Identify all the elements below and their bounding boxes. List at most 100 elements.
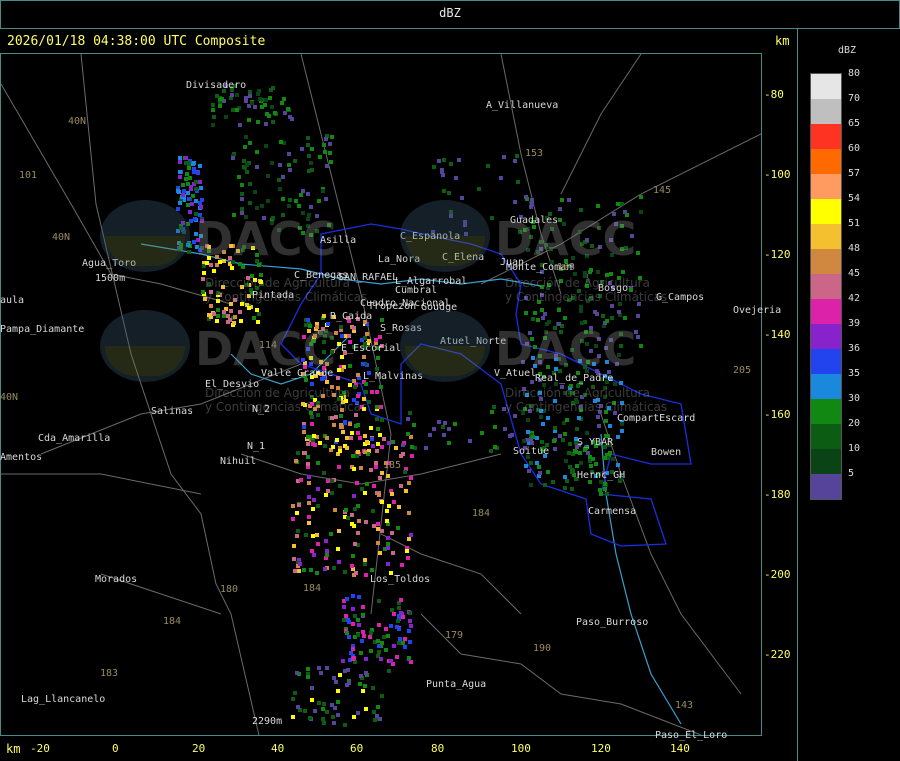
echo-pixel xyxy=(189,219,193,223)
echo-pixel xyxy=(338,673,342,677)
echo-pixel xyxy=(355,481,359,485)
echo-pixel xyxy=(575,464,579,468)
echo-pixel xyxy=(323,444,327,448)
echo-pixel xyxy=(271,120,275,124)
color-legend xyxy=(810,73,842,500)
echo-pixel xyxy=(248,182,252,186)
x-tick-label: 140 xyxy=(670,742,690,755)
echo-pixel xyxy=(298,226,302,230)
echo-pixel xyxy=(336,376,340,380)
echo-pixel xyxy=(588,455,592,459)
echo-pixel xyxy=(315,229,319,233)
grid-number-label: 180 xyxy=(220,584,239,595)
grid-number-label: 185 xyxy=(383,460,402,471)
echo-pixel xyxy=(332,721,336,725)
echo-pixel xyxy=(205,261,209,265)
echo-pixel xyxy=(322,143,326,147)
echo-pixel xyxy=(620,202,624,206)
echo-pixel xyxy=(229,309,233,313)
echo-pixel xyxy=(301,402,305,406)
legend-swatch-57 xyxy=(811,174,841,199)
place-label: Punta_Agua xyxy=(426,679,487,690)
echo-pixel xyxy=(229,244,233,248)
echo-pixel xyxy=(308,716,312,720)
echo-pixel xyxy=(326,479,330,483)
echo-pixel xyxy=(369,426,373,430)
echo-pixel xyxy=(291,517,295,521)
echo-pixel xyxy=(294,459,298,463)
echo-pixel xyxy=(299,478,303,482)
echo-pixel xyxy=(376,442,380,446)
legend-label-20: 20 xyxy=(848,418,861,429)
echo-pixel xyxy=(547,283,551,287)
echo-pixel xyxy=(408,640,412,644)
echo-pixel xyxy=(218,260,222,264)
echo-pixel xyxy=(563,475,567,479)
legend-swatch-30 xyxy=(811,399,841,424)
echo-pixel xyxy=(397,627,401,631)
echo-pixel xyxy=(614,222,618,226)
grid-number-label: 163 xyxy=(557,262,576,273)
echo-pixel xyxy=(376,705,380,709)
echo-pixel xyxy=(303,451,307,455)
place-label: Atuel_Norte xyxy=(440,336,507,347)
echo-pixel xyxy=(325,436,329,440)
echo-pixel xyxy=(216,299,220,303)
legend-swatch-10 xyxy=(811,449,841,474)
echo-pixel xyxy=(406,556,410,560)
echo-pixel xyxy=(357,519,361,523)
place-label: V_Atuel xyxy=(494,368,537,379)
echo-pixel xyxy=(543,312,547,316)
echo-pixel xyxy=(618,302,622,306)
echo-pixel xyxy=(280,101,284,105)
echo-pixel xyxy=(236,249,240,253)
echo-pixel xyxy=(199,234,203,238)
echo-pixel xyxy=(442,158,446,162)
echo-pixel xyxy=(325,362,329,366)
echo-pixel xyxy=(176,207,180,211)
echo-pixel xyxy=(616,463,620,467)
echo-pixel xyxy=(629,288,633,292)
echo-pixel xyxy=(190,202,194,206)
echo-pixel xyxy=(549,247,553,251)
echo-pixel xyxy=(386,562,390,566)
echo-pixel xyxy=(246,276,250,280)
echo-pixel xyxy=(620,224,624,228)
echo-pixel xyxy=(307,515,311,519)
echo-pixel xyxy=(384,648,388,652)
echo-pixel xyxy=(351,607,355,611)
legend-swatch-70 xyxy=(811,99,841,124)
echo-pixel xyxy=(216,314,220,318)
echo-pixel xyxy=(428,433,432,437)
echo-pixel xyxy=(341,659,345,663)
echo-pixel xyxy=(585,284,589,288)
echo-pixel xyxy=(278,187,282,191)
echo-pixel xyxy=(510,433,514,437)
echo-pixel xyxy=(364,390,368,394)
echo-pixel xyxy=(238,262,242,266)
echo-pixel xyxy=(264,144,268,148)
echo-pixel xyxy=(329,532,333,536)
echo-pixel xyxy=(198,201,202,205)
echo-pixel xyxy=(278,163,282,167)
y-tick-label: -220 xyxy=(764,648,791,661)
echo-pixel xyxy=(221,285,225,289)
echo-pixel xyxy=(302,335,306,339)
echo-pixel xyxy=(247,306,251,310)
echo-pixel xyxy=(369,631,373,635)
radar-map[interactable] xyxy=(1,54,761,735)
echo-pixel xyxy=(309,161,313,165)
echo-pixel xyxy=(248,141,252,145)
echo-pixel xyxy=(528,409,532,413)
echo-pixel xyxy=(307,521,311,525)
place-label: aula xyxy=(0,295,25,306)
echo-pixel xyxy=(345,446,349,450)
echo-pixel xyxy=(352,494,356,498)
echo-pixel xyxy=(342,605,346,609)
echo-pixel xyxy=(605,360,609,364)
echo-pixel xyxy=(201,290,205,294)
echo-pixel xyxy=(356,618,360,622)
echo-pixel xyxy=(359,651,363,655)
echo-pixel xyxy=(515,154,519,158)
echo-pixel xyxy=(437,159,441,163)
